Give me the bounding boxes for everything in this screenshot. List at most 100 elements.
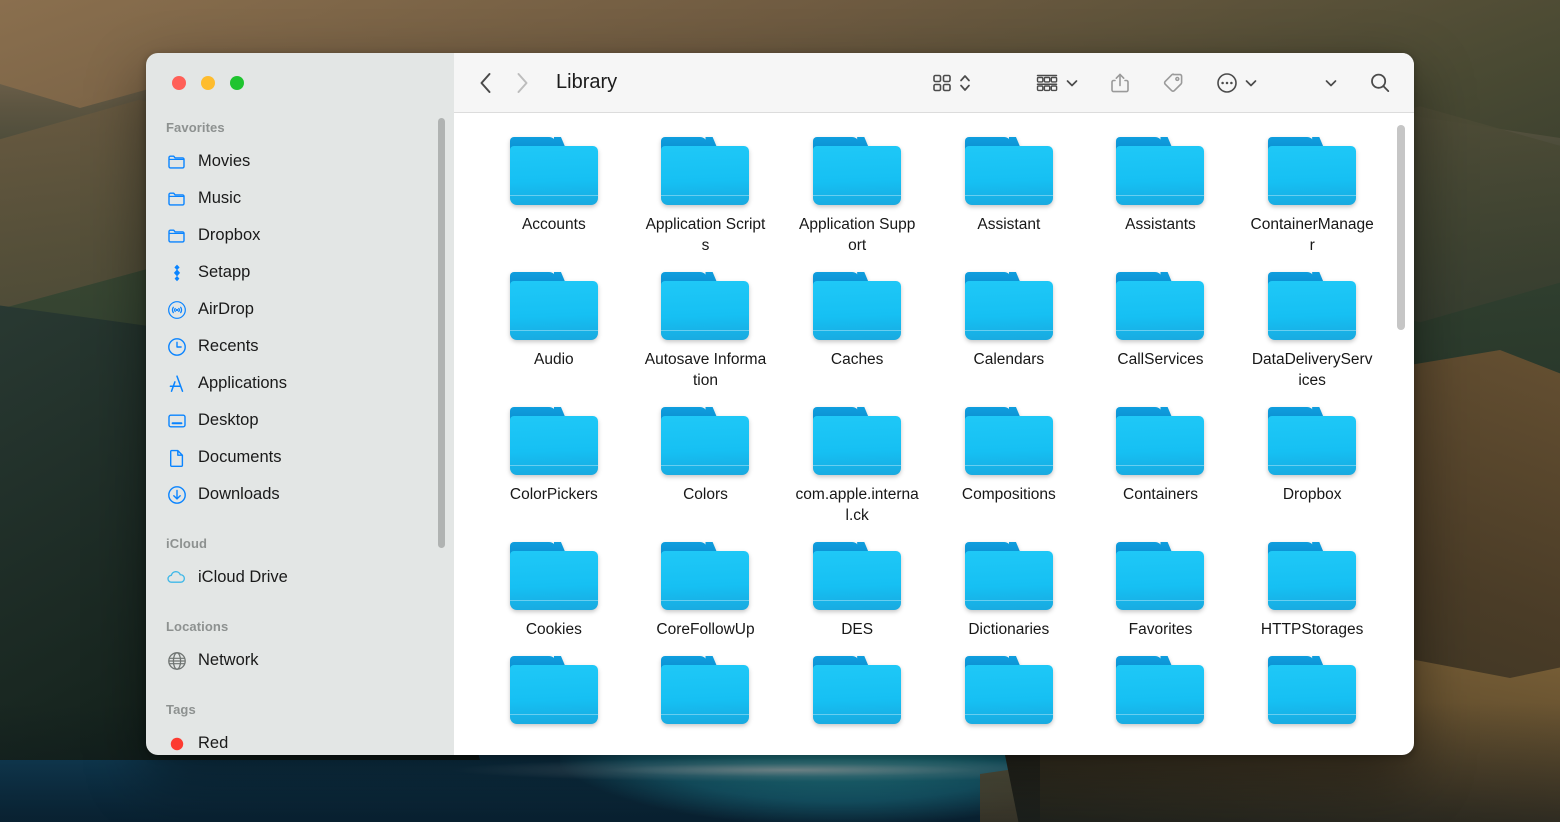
toolbar: Library bbox=[454, 53, 1414, 113]
file-item[interactable]: com.apple.internal.ck bbox=[781, 407, 933, 526]
sidebar-item-downloads[interactable]: Downloads bbox=[146, 476, 454, 513]
file-item[interactable]: Calendars bbox=[933, 272, 1085, 391]
share-icon[interactable] bbox=[1109, 69, 1131, 97]
sidebar-item-airdrop[interactable]: AirDrop bbox=[146, 291, 454, 328]
file-item[interactable] bbox=[933, 656, 1085, 733]
file-item[interactable]: Audio bbox=[478, 272, 630, 391]
file-item[interactable] bbox=[1085, 656, 1237, 733]
folder-icon bbox=[661, 542, 750, 610]
file-item-label: ContainerManager bbox=[1250, 216, 1374, 254]
more-actions-control bbox=[1215, 69, 1258, 97]
file-item[interactable]: CallServices bbox=[1085, 272, 1237, 391]
sidebar-item-dropbox[interactable]: Dropbox bbox=[146, 217, 454, 254]
sidebar-scrollbar[interactable] bbox=[438, 118, 445, 548]
sidebar-section-gap bbox=[146, 513, 454, 529]
folder-icon bbox=[813, 272, 902, 340]
file-grid-scroll-area[interactable]: Accounts Application Scripts Application S… bbox=[454, 113, 1414, 755]
sidebar-item-network[interactable]: Network bbox=[146, 642, 454, 679]
sidebar-item-documents[interactable]: Documents bbox=[146, 439, 454, 476]
file-item[interactable]: Application Scripts bbox=[630, 137, 782, 256]
file-item[interactable]: Assistant bbox=[933, 137, 1085, 256]
finder-window: Favorites Movies Music Dropbox Setapp AirDrop… bbox=[146, 53, 1414, 755]
file-item[interactable]: HTTPStorages bbox=[1236, 542, 1388, 640]
ellipsis-circle-icon[interactable] bbox=[1215, 69, 1239, 97]
chevron-down-icon[interactable] bbox=[1244, 69, 1258, 97]
file-item-label: Cookies bbox=[525, 621, 582, 638]
sidebar-scroll-area[interactable]: Favorites Movies Music Dropbox Setapp AirDrop… bbox=[146, 113, 454, 755]
folder-icon bbox=[1268, 542, 1357, 610]
file-item[interactable] bbox=[781, 656, 933, 733]
file-item-label: com.apple.internal.ck bbox=[795, 486, 919, 524]
file-item[interactable]: Containers bbox=[1085, 407, 1237, 526]
sidebar-item-music[interactable]: Music bbox=[146, 180, 454, 217]
file-item[interactable]: Cookies bbox=[478, 542, 630, 640]
sidebar-item-red[interactable]: Red bbox=[146, 725, 454, 755]
icon-view-icon[interactable] bbox=[931, 69, 953, 97]
chevron-updown-icon[interactable] bbox=[958, 69, 972, 97]
sidebar-item-label: Music bbox=[198, 189, 242, 207]
content-pane: Library Accounts Application Scripts App… bbox=[454, 53, 1414, 755]
file-item[interactable]: ContainerManager bbox=[1236, 137, 1388, 256]
close-button[interactable] bbox=[172, 76, 186, 90]
back-button[interactable] bbox=[478, 69, 493, 97]
file-item-label: Caches bbox=[830, 351, 884, 368]
file-grid: Accounts Application Scripts Application S… bbox=[454, 113, 1414, 733]
sidebar-item-icloud-drive[interactable]: iCloud Drive bbox=[146, 559, 454, 596]
folder-icon bbox=[509, 272, 598, 340]
sidebar-item-desktop[interactable]: Desktop bbox=[146, 402, 454, 439]
sidebar-item-setapp[interactable]: Setapp bbox=[146, 254, 454, 291]
view-switcher bbox=[931, 69, 972, 97]
file-item[interactable]: ColorPickers bbox=[478, 407, 630, 526]
file-item[interactable]: DataDeliveryServices bbox=[1236, 272, 1388, 391]
folder-icon bbox=[1116, 542, 1205, 610]
overflow-chevron-down-icon[interactable] bbox=[1324, 69, 1338, 97]
airdrop-icon bbox=[166, 299, 187, 320]
tag-icon[interactable] bbox=[1161, 69, 1185, 97]
folder-icon bbox=[964, 407, 1053, 475]
file-item[interactable] bbox=[478, 656, 630, 733]
file-item[interactable] bbox=[1236, 656, 1388, 733]
file-item[interactable]: DES bbox=[781, 542, 933, 640]
file-item[interactable]: Dropbox bbox=[1236, 407, 1388, 526]
file-item[interactable]: Dictionaries bbox=[933, 542, 1085, 640]
minimize-button[interactable] bbox=[201, 76, 215, 90]
file-item-label: Autosave Information bbox=[644, 351, 767, 389]
group-by-control bbox=[1034, 69, 1079, 97]
file-item[interactable]: Assistants bbox=[1085, 137, 1237, 256]
folder-icon bbox=[1116, 272, 1205, 340]
sidebar-item-recents[interactable]: Recents bbox=[146, 328, 454, 365]
file-item[interactable]: Accounts bbox=[478, 137, 630, 256]
sidebar-item-movies[interactable]: Movies bbox=[146, 143, 454, 180]
file-item[interactable]: Favorites bbox=[1085, 542, 1237, 640]
file-item[interactable]: Colors bbox=[630, 407, 782, 526]
zoom-button[interactable] bbox=[230, 76, 244, 90]
file-item-label: Dictionaries bbox=[968, 621, 1050, 638]
file-item[interactable]: Autosave Information bbox=[630, 272, 782, 391]
file-item-label: Colors bbox=[683, 486, 728, 503]
search-icon[interactable] bbox=[1368, 69, 1392, 97]
folder-icon bbox=[1268, 272, 1357, 340]
sidebar-item-label: Downloads bbox=[198, 485, 280, 503]
file-item[interactable]: Application Support bbox=[781, 137, 933, 256]
window-title: Library bbox=[556, 71, 618, 93]
sidebar-item-label: Red bbox=[198, 734, 229, 752]
folder-icon bbox=[964, 656, 1053, 724]
folder-icon bbox=[964, 137, 1053, 205]
window-controls bbox=[146, 53, 454, 113]
folder-icon bbox=[509, 137, 598, 205]
content-scrollbar[interactable] bbox=[1397, 125, 1405, 330]
file-item-label: Assistants bbox=[1125, 216, 1196, 233]
chevron-down-icon[interactable] bbox=[1065, 69, 1079, 97]
sidebar-section-title: iCloud bbox=[166, 536, 208, 551]
file-item[interactable]: Compositions bbox=[933, 407, 1085, 526]
file-item[interactable]: Caches bbox=[781, 272, 933, 391]
folder-icon bbox=[964, 542, 1053, 610]
folder-icon bbox=[1268, 407, 1357, 475]
forward-button[interactable] bbox=[515, 69, 530, 97]
group-by-icon[interactable] bbox=[1034, 69, 1060, 97]
sidebar-item-label: Setapp bbox=[198, 263, 251, 281]
sidebar-item-applications[interactable]: Applications bbox=[146, 365, 454, 402]
file-item[interactable] bbox=[630, 656, 782, 733]
file-item[interactable]: CoreFollowUp bbox=[630, 542, 782, 640]
file-item-label: Compositions bbox=[961, 486, 1056, 503]
